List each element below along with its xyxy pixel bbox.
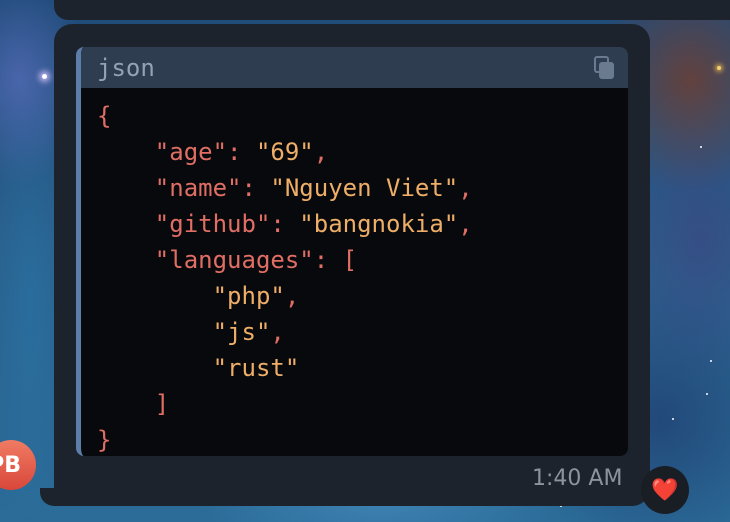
code-token-punct: , — [313, 138, 329, 166]
code-token-str: "php" — [212, 282, 285, 310]
code-token-key: "name" — [154, 174, 242, 202]
code-block-header: json — [81, 47, 628, 88]
code-token-punct: , — [270, 318, 285, 346]
code-token-str: "bangnokia" — [299, 210, 459, 238]
copy-icon-front — [599, 61, 614, 79]
background-star — [672, 418, 674, 420]
code-token-punct: : — [270, 210, 300, 238]
copy-icon[interactable] — [594, 55, 616, 80]
code-line: "age": "69", — [97, 134, 628, 170]
heart-reaction-button[interactable]: ❤️ — [641, 466, 689, 514]
background-star — [700, 146, 702, 148]
code-line: "rust" — [97, 350, 628, 386]
code-token-punct: , — [284, 282, 300, 310]
code-token-punct: : — [227, 138, 256, 166]
code-token-str: "rust" — [212, 354, 300, 382]
code-content[interactable]: { "age": "69", "name": "Nguyen Viet", "g… — [81, 88, 628, 456]
code-line: "js", — [97, 314, 628, 350]
code-token-punct: } — [97, 426, 112, 454]
code-token-punct: , — [458, 174, 473, 202]
code-token-str: "69" — [255, 138, 314, 166]
message-timestamp: 1:40 AM — [532, 466, 623, 491]
heart-icon: ❤️ — [651, 477, 679, 503]
code-line: "name": "Nguyen Viet", — [97, 170, 628, 206]
avatar-initials: PB — [0, 452, 21, 478]
code-token-punct: { — [97, 102, 112, 130]
code-token-str: "Nguyen Viet" — [270, 174, 459, 202]
code-block[interactable]: json { "age": "69", "name": "Nguyen Viet… — [76, 47, 628, 456]
code-token-str: "js" — [212, 318, 271, 346]
code-line: "languages": [ — [97, 242, 628, 278]
previous-message-bubble[interactable] — [54, 0, 730, 20]
code-line: ] — [97, 386, 628, 422]
avatar[interactable]: PB — [0, 440, 36, 490]
code-line: } — [97, 422, 628, 456]
code-token-key: "age" — [154, 138, 228, 166]
code-token-key: "github" — [154, 210, 271, 238]
code-language-label: json — [97, 53, 155, 82]
background-star — [42, 74, 47, 79]
code-line: "github": "bangnokia", — [97, 206, 628, 242]
background-star — [710, 360, 712, 362]
background-star — [717, 66, 721, 70]
code-token-punct: : [ — [313, 246, 358, 274]
code-line: "php", — [97, 278, 628, 314]
code-token-key: "languages" — [154, 246, 314, 274]
code-token-punct: ] — [154, 390, 170, 418]
code-token-punct: : — [241, 174, 271, 202]
background-star — [706, 393, 708, 395]
code-token-punct: , — [458, 210, 473, 238]
code-line: { — [97, 98, 628, 134]
